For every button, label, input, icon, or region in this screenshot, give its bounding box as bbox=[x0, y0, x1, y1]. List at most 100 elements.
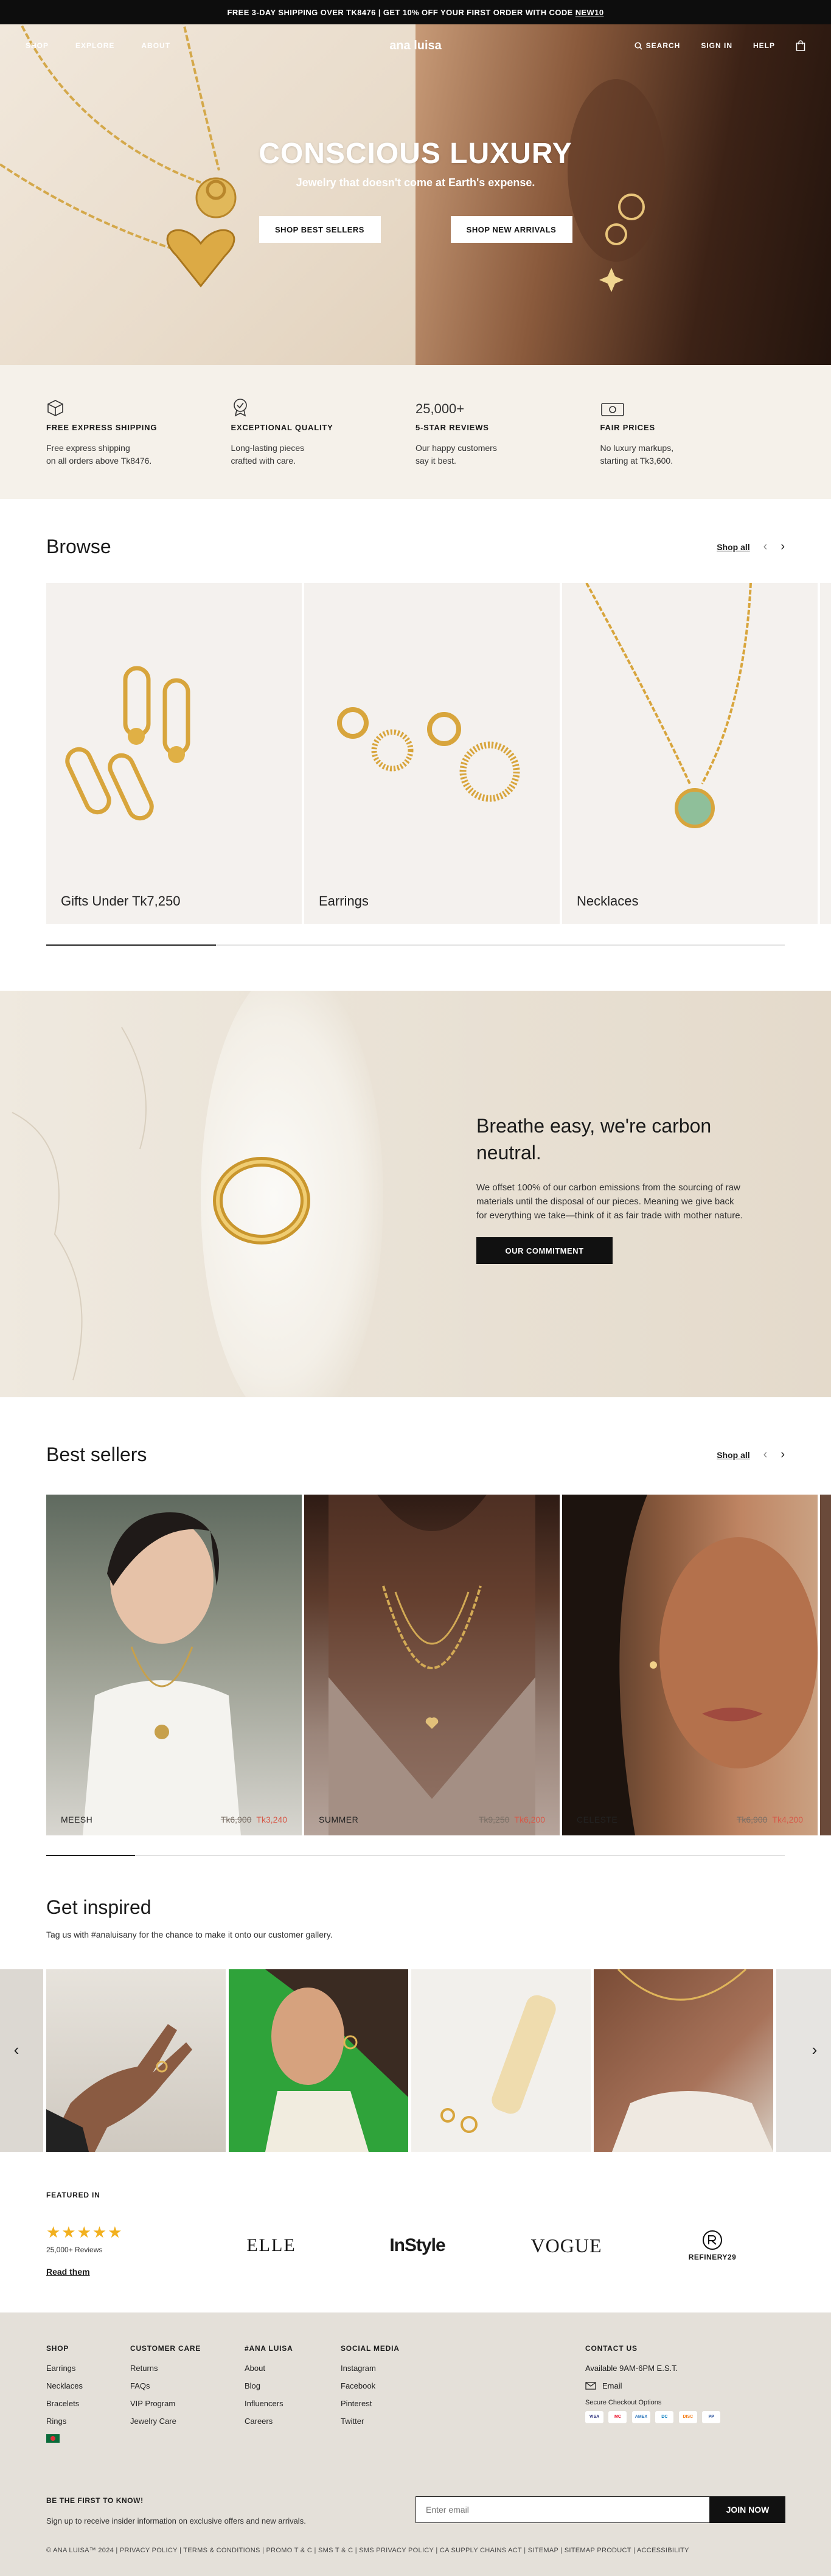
footer-link-vip[interactable]: VIP Program bbox=[130, 2399, 201, 2408]
best-sellers-title: Best sellers bbox=[46, 1443, 147, 1465]
nav-about[interactable]: ABOUT bbox=[141, 41, 170, 50]
secure-checkout-label: Secure Checkout Options bbox=[585, 2399, 662, 2406]
model-photo bbox=[83, 1512, 241, 1835]
cart-button[interactable] bbox=[796, 40, 805, 51]
footer-link-facebook[interactable]: Facebook bbox=[341, 2381, 400, 2390]
category-card-next-partial[interactable] bbox=[820, 583, 831, 924]
footer-link-influencers[interactable]: Influencers bbox=[245, 2399, 293, 2408]
ring-image bbox=[12, 1027, 310, 1381]
browse-progress-bar bbox=[46, 944, 785, 946]
gallery-prev-icon[interactable]: ‹ bbox=[7, 2040, 26, 2059]
ear-illustration bbox=[568, 79, 665, 292]
carousel-next-icon[interactable]: › bbox=[781, 540, 785, 554]
feature-prices: FAIR PRICES No luxury markups, starting … bbox=[600, 393, 785, 499]
gallery-photo-shoulder-necklace[interactable] bbox=[594, 1969, 773, 2152]
product-price: Tk6,900 Tk4,200 bbox=[737, 1815, 803, 1824]
footer-link-careers[interactable]: Careers bbox=[245, 2417, 293, 2426]
search-button[interactable]: SEARCH bbox=[635, 41, 681, 50]
press-logo-instyle: InStyle bbox=[389, 2235, 445, 2255]
footer-link-earrings[interactable]: Earrings bbox=[46, 2364, 83, 2373]
nav-explore[interactable]: EXPLORE bbox=[75, 41, 114, 50]
email-contact-link[interactable]: Email bbox=[585, 2381, 723, 2390]
shoulder-necklace-image bbox=[612, 1969, 773, 2152]
value-props: FREE EXPRESS SHIPPING Free express shipp… bbox=[0, 365, 831, 499]
category-card-gifts[interactable]: Gifts Under Tk7,250 bbox=[46, 583, 302, 924]
category-label: Gifts Under Tk7,250 bbox=[61, 893, 181, 909]
legal-links[interactable]: © ANA LUISA™ 2024 | PRIVACY POLICY | TER… bbox=[46, 2547, 785, 2554]
product-name: SUMMER bbox=[319, 1815, 359, 1824]
footer-link-necklaces[interactable]: Necklaces bbox=[46, 2381, 83, 2390]
newsletter-subtitle: Sign up to receive insider information o… bbox=[46, 2516, 306, 2525]
country-flag-icon[interactable] bbox=[46, 2434, 60, 2443]
discover-icon: DISC bbox=[678, 2410, 697, 2423]
carousel-next-icon[interactable]: › bbox=[781, 1448, 785, 1462]
footer-link-about[interactable]: About bbox=[245, 2364, 293, 2373]
carbon-body: We offset 100% of our carbon emissions f… bbox=[476, 1182, 743, 1221]
sign-in-link[interactable]: SIGN IN bbox=[701, 41, 732, 50]
join-now-button[interactable]: JOIN NOW bbox=[710, 2496, 785, 2523]
gallery-photo-flat-lay[interactable] bbox=[411, 1969, 591, 2152]
product-card-next-partial[interactable] bbox=[820, 1495, 831, 1835]
amex-icon: AMEX bbox=[631, 2410, 650, 2423]
carbon-title: Breathe easy, we're carbon neutral. bbox=[476, 1115, 712, 1164]
gallery-next-icon[interactable]: › bbox=[805, 2040, 824, 2059]
footer-link-returns[interactable]: Returns bbox=[130, 2364, 201, 2373]
carousel-prev-icon[interactable]: ‹ bbox=[763, 1448, 768, 1462]
product-name: MEESH bbox=[61, 1815, 93, 1824]
footer-heading: SOCIAL MEDIA bbox=[341, 2344, 400, 2353]
footer-heading: #ANA LUISA bbox=[245, 2344, 293, 2353]
nav-shop[interactable]: SHOP bbox=[26, 41, 49, 50]
site-footer: SHOP Earrings Necklaces Bracelets Rings … bbox=[0, 2312, 831, 2576]
footer-link-instagram[interactable]: Instagram bbox=[341, 2364, 400, 2373]
original-price: Tk6,900 bbox=[736, 1815, 768, 1824]
our-commitment-button[interactable]: OUR COMMITMENT bbox=[476, 1237, 613, 1264]
best-sellers-shop-all-link[interactable]: Shop all bbox=[717, 1450, 749, 1460]
feature-title: FAIR PRICES bbox=[600, 423, 655, 432]
category-card-necklaces[interactable]: Necklaces bbox=[562, 583, 818, 924]
payment-methods: VISA MC AMEX DC DISC PP bbox=[585, 2410, 723, 2423]
footer-link-rings[interactable]: Rings bbox=[46, 2417, 83, 2426]
footer-heading: CUSTOMER CARE bbox=[130, 2344, 201, 2353]
badge-check-icon bbox=[231, 393, 416, 417]
newsletter-form: JOIN NOW bbox=[415, 2496, 785, 2523]
green-makeup-image bbox=[229, 1969, 408, 2152]
hero-banner: SHOP EXPLORE ABOUT ana luisa SEARCH SIGN… bbox=[0, 24, 831, 365]
product-card-summer[interactable]: SUMMER Tk9,250 Tk6,200 bbox=[304, 1495, 560, 1835]
best-sellers-header: Best sellers Shop all ‹ › bbox=[46, 1443, 785, 1466]
footer-link-jewelry-care[interactable]: Jewelry Care bbox=[130, 2417, 201, 2426]
gallery-photo-green-makeup[interactable] bbox=[229, 1969, 408, 2152]
newsletter-email-input[interactable] bbox=[415, 2496, 710, 2523]
footer-col-contact: CONTACT US Available 9AM-6PM E.S.T. Emai… bbox=[585, 2344, 723, 2423]
browse-shop-all-link[interactable]: Shop all bbox=[717, 542, 749, 552]
read-reviews-link[interactable]: Read them bbox=[46, 2267, 90, 2277]
gallery-photo-partial[interactable] bbox=[776, 1969, 831, 2152]
search-icon bbox=[635, 41, 642, 50]
hero-image-necklaces bbox=[0, 24, 415, 365]
product-card-meesh[interactable]: MEESH Tk6,900 Tk3,240 bbox=[46, 1495, 302, 1835]
product-card-celeste[interactable]: CELESTE Tk6,900 Tk4,200 bbox=[562, 1495, 818, 1835]
featured-in-section: FEATURED IN ★★★★★ 25,000+ Reviews Read t… bbox=[46, 2191, 785, 2282]
shop-new-arrivals-button[interactable]: SHOP NEW ARRIVALS bbox=[450, 216, 572, 243]
hoop-earrings-image bbox=[337, 707, 520, 802]
gallery-photo-hand-rings[interactable] bbox=[46, 1969, 226, 2152]
footer-link-pinterest[interactable]: Pinterest bbox=[341, 2399, 400, 2408]
category-card-earrings[interactable]: Earrings bbox=[304, 583, 560, 924]
carousel-prev-icon[interactable]: ‹ bbox=[763, 540, 768, 554]
footer-link-blog[interactable]: Blog bbox=[245, 2381, 293, 2390]
promo-code-link[interactable]: NEW10 bbox=[575, 8, 604, 17]
footer-col-brand: #ANA LUISA About Blog Influencers Career… bbox=[245, 2344, 293, 2434]
hero-image-earrings bbox=[415, 24, 831, 365]
category-label: Earrings bbox=[319, 893, 369, 909]
help-link[interactable]: HELP bbox=[753, 41, 775, 50]
footer-link-faqs[interactable]: FAQs bbox=[130, 2381, 201, 2390]
press-logo-vogue: VOGUE bbox=[530, 2234, 602, 2257]
best-sellers-progress-bar bbox=[46, 1855, 785, 1856]
footer-link-bracelets[interactable]: Bracelets bbox=[46, 2399, 83, 2408]
footer-link-twitter[interactable]: Twitter bbox=[341, 2417, 400, 2426]
footer-heading: SHOP bbox=[46, 2344, 69, 2353]
shop-best-sellers-button[interactable]: SHOP BEST SELLERS bbox=[259, 216, 381, 243]
brand-logo[interactable]: ana luisa bbox=[330, 39, 501, 53]
model-photo bbox=[562, 1495, 818, 1835]
gallery-photo-partial[interactable] bbox=[0, 1969, 43, 2152]
original-price: Tk6,900 bbox=[220, 1815, 252, 1824]
